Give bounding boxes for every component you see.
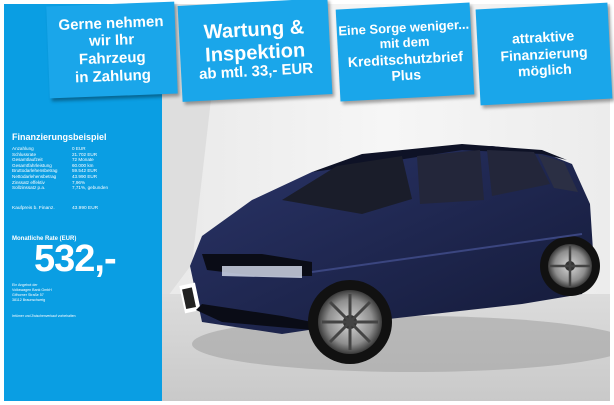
purchase-price-row: Kaufpreis b. Finanz. 43.990 EUR (12, 206, 98, 211)
financing-title: Finanzierungsbeispiel (12, 132, 107, 142)
banner-line: in Zahlung (74, 66, 152, 87)
disclaimer-note: Irrtümer und Zwischenverkauf vorbehalten (12, 314, 76, 318)
financing-banner: attraktive Finanzierung möglich (475, 2, 613, 106)
purchase-price-value: 43.990 EUR (72, 206, 99, 211)
financing-row: Sollzinssatz p.a. 7,71%, gebunden (12, 185, 108, 191)
service-banner: Wartung & Inspektion ab mtl. 33,- EUR (177, 0, 333, 102)
ad-frame: Gerne nehmen wir Ihr Fahrzeug in Zahlung… (0, 0, 614, 405)
financing-table: Anzahlung 0 EUR Schlussrate 21.702 EUR Ges… (12, 146, 108, 191)
row-key: Sollzinssatz p.a. (12, 185, 46, 191)
bank-line: 38112 Braunschweig (12, 298, 46, 302)
credit-protection-banner: Eine Sorge weniger... mit dem Kreditschu… (335, 2, 475, 102)
bank-info: Ein Angebot der Volkswagen Bank GmbH Gif… (12, 283, 102, 303)
trade-in-banner: Gerne nehmen wir Ihr Fahrzeug in Zahlung (46, 1, 178, 99)
row-value: 7,71%, gebunden (72, 185, 109, 191)
purchase-price-label: Kaufpreis b. Finanz. (12, 206, 55, 211)
banner-line: ab mtl. 33,- EUR (198, 59, 314, 83)
monthly-rate-value: 532,- (34, 238, 117, 280)
